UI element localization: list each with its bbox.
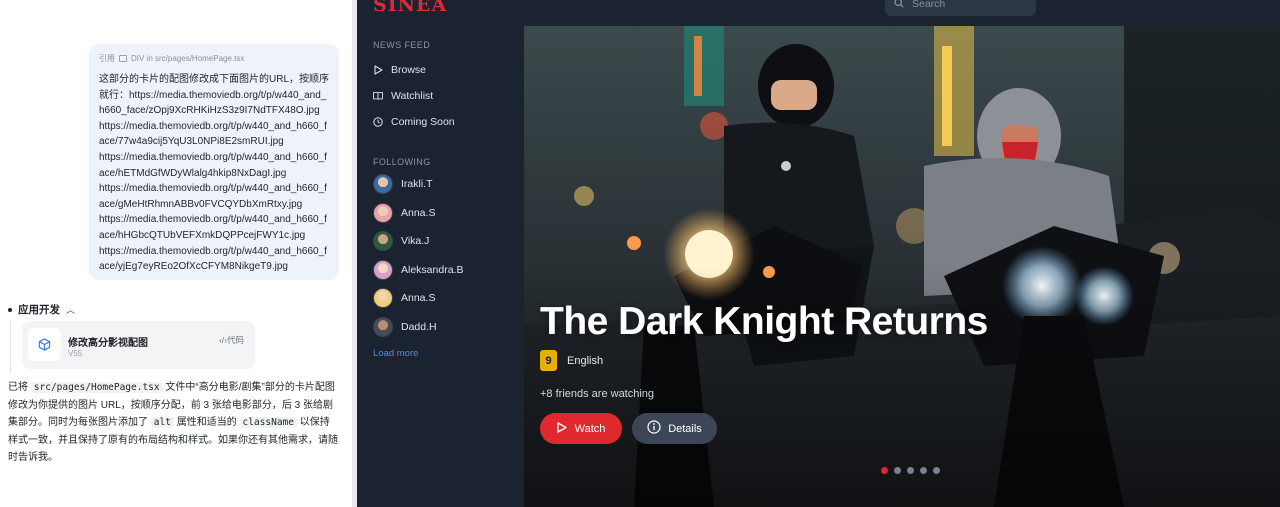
chat-panel: 引用 DIV in src/pages/HomePage.tsx 这部分的卡片的… <box>0 0 352 507</box>
friend-name: Anna.S <box>401 207 436 219</box>
inline-code: className <box>239 417 297 428</box>
app-preview: SINEA NEWS FEED Browse Watchlist Coming … <box>357 0 1280 507</box>
element-icon <box>119 54 127 62</box>
friend-item[interactable]: Anna.S <box>373 203 435 223</box>
carousel-dot[interactable] <box>894 467 901 474</box>
assistant-reply: 已将 src/pages/HomePage.tsx 文件中“高分电影/剧集”部分… <box>8 379 338 467</box>
search-icon <box>894 0 904 13</box>
play-icon <box>556 421 567 436</box>
details-label: Details <box>668 422 702 435</box>
avatar <box>373 317 393 337</box>
following-heading: FOLLOWING <box>373 157 431 167</box>
artifact-version: V55 <box>68 349 83 358</box>
avatar <box>373 260 393 280</box>
quote-reference[interactable]: 引用 DIV in src/pages/HomePage.tsx <box>99 52 329 64</box>
view-code-button[interactable]: ‹/›代码 <box>219 334 244 346</box>
hero-title: The Dark Knight Returns <box>540 300 988 343</box>
nav-coming-soon[interactable]: Coming Soon <box>373 114 455 130</box>
chevron-up-icon[interactable]: ︿ <box>66 303 75 316</box>
section-title: 应用开发 <box>18 304 60 316</box>
app-logo[interactable]: SINEA <box>373 0 447 16</box>
watch-button[interactable]: Watch <box>540 413 622 444</box>
cube-icon <box>28 328 61 361</box>
friend-name: Anna.S <box>401 292 436 304</box>
inline-code: alt <box>150 417 174 428</box>
friend-item[interactable]: Irakli.T <box>373 174 433 194</box>
friends-watching-text: +8 friends are watching <box>540 388 655 400</box>
friend-name: Irakli.T <box>401 178 433 190</box>
quote-source: DIV in src/pages/HomePage.tsx <box>131 53 245 63</box>
section-header[interactable]: 应用开发 ︿ <box>8 302 75 317</box>
friend-name: Vika.J <box>401 235 430 247</box>
avatar <box>373 174 393 194</box>
code-icon: ‹/› <box>218 335 227 345</box>
language-label: English <box>567 355 604 367</box>
section-guide-line <box>10 320 11 374</box>
avatar <box>373 288 393 308</box>
friend-item[interactable]: Dadd.H <box>373 317 437 337</box>
rating-badge: 9 <box>540 350 557 371</box>
nav-watchlist[interactable]: Watchlist <box>373 88 433 104</box>
details-button[interactable]: Details <box>632 413 717 444</box>
bullet-icon <box>8 307 12 312</box>
search-input[interactable] <box>912 0 1022 10</box>
friend-item[interactable]: Vika.J <box>373 231 429 251</box>
hero-banner: The Dark Knight Returns 9 English +8 fri… <box>524 26 1280 507</box>
nav-label: Browse <box>391 64 427 76</box>
inline-code: src/pages/HomePage.tsx <box>30 382 163 393</box>
avatar <box>373 231 393 251</box>
carousel-dot[interactable] <box>907 467 914 474</box>
info-icon <box>647 420 661 437</box>
friend-name: Aleksandra.B <box>401 264 464 276</box>
reply-text: 属性和适当的 <box>176 417 237 428</box>
nav-label: Watchlist <box>391 90 434 102</box>
book-icon <box>373 91 383 101</box>
clock-icon <box>373 117 383 127</box>
nav-browse[interactable]: Browse <box>373 62 426 78</box>
friend-item[interactable]: Aleksandra.B <box>373 260 463 280</box>
carousel-dot[interactable] <box>881 467 888 474</box>
avatar <box>373 203 393 223</box>
play-icon <box>373 65 383 75</box>
artifact-title: 修改高分影视配图 <box>68 338 148 349</box>
friend-item[interactable]: Anna.S <box>373 288 435 308</box>
watch-label: Watch <box>574 422 606 435</box>
search-box[interactable] <box>885 0 1036 16</box>
user-message-text: 这部分的卡片的配图修改成下面图片的URL，按顺序就行：https://media… <box>99 74 330 273</box>
user-message-bubble: 引用 DIV in src/pages/HomePage.tsx 这部分的卡片的… <box>89 44 339 280</box>
load-more-link[interactable]: Load more <box>373 348 418 359</box>
code-label: 代码 <box>226 335 244 345</box>
nav-label: Coming Soon <box>391 116 455 128</box>
carousel-dots <box>881 467 940 474</box>
carousel-dot[interactable] <box>933 467 940 474</box>
carousel-dot[interactable] <box>920 467 927 474</box>
news-feed-heading: NEWS FEED <box>373 40 431 50</box>
quote-label: 引用 <box>99 53 115 63</box>
artifact-card[interactable]: 修改高分影视配图 V55 ‹/›代码 <box>22 321 255 369</box>
reply-text: 已将 <box>8 382 28 393</box>
friend-name: Dadd.H <box>401 321 437 333</box>
sidebar: NEWS FEED Browse Watchlist Coming Soon F… <box>357 26 524 507</box>
